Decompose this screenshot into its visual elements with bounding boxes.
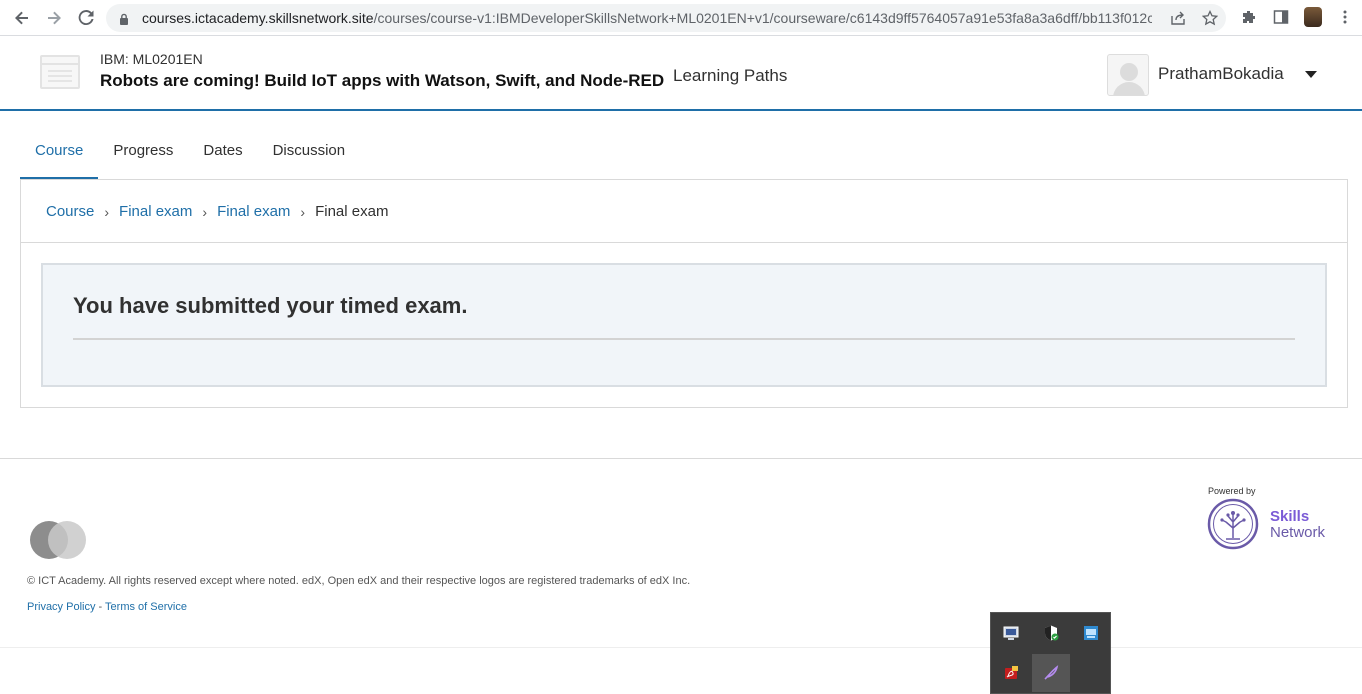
brand-line-1: Skills [1270,508,1310,525]
side-panel-icon[interactable] [1268,4,1294,30]
forward-icon[interactable] [38,2,70,34]
share-icon[interactable] [1168,8,1188,28]
brand-line-2: Network [1270,524,1326,541]
course-content-panel: Course › Final exam › Final exam › Final… [20,179,1348,408]
footer-logo[interactable] [30,521,88,559]
browser-toolbar: courses.ictacademy.skillsnetwork.site/co… [0,0,1362,36]
site-header: IBM: ML0201EN Robots are coming! Build I… [0,37,1362,111]
lock-icon [118,12,130,25]
footer-link-separator: - [95,601,106,613]
divider [73,338,1295,340]
user-avatar[interactable] [1107,54,1149,96]
reload-icon[interactable] [70,2,102,34]
breadcrumb-final-exam-subsection[interactable]: Final exam [217,203,290,220]
monitor-icon[interactable] [992,614,1030,652]
bookmark-star-icon[interactable] [1200,8,1220,28]
tab-dates[interactable]: Dates [188,130,257,180]
user-menu-caret-icon[interactable] [1305,71,1317,78]
tab-progress[interactable]: Progress [98,130,188,180]
footer-links: Privacy Policy - Terms of Service [27,601,187,613]
exam-submitted-notice: You have submitted your timed exam. [41,263,1327,387]
privacy-policy-link[interactable]: Privacy Policy [27,601,95,613]
learning-paths-link[interactable]: Learning Paths [673,66,787,86]
powered-by-label: Powered by [1208,486,1256,496]
skills-network-tree-icon [1207,498,1259,550]
url-path: /courses/course-v1:IBMDeveloperSkillsNet… [373,10,1152,26]
kebab-menu-icon[interactable] [1332,4,1358,30]
system-tray-popup [990,612,1111,694]
breadcrumb-separator: › [104,203,110,220]
terms-of-service-link[interactable]: Terms of Service [105,601,187,613]
course-tabs: Course Progress Dates Discussion [20,130,360,180]
breadcrumb: Course › Final exam › Final exam › Final… [46,203,388,220]
tab-discussion[interactable]: Discussion [258,130,361,180]
copyright-text: © ICT Academy. All rights reserved excep… [27,575,691,587]
breadcrumb-course[interactable]: Course [46,203,94,220]
course-logo[interactable] [40,55,80,89]
username[interactable]: PrathamBokadia [1158,64,1284,84]
tab-course[interactable]: Course [20,130,99,180]
divider [21,242,1347,243]
back-icon[interactable] [6,2,38,34]
profile-avatar[interactable] [1300,4,1326,30]
breadcrumb-separator: › [300,203,306,220]
course-org: IBM: ML0201EN [100,51,203,67]
breadcrumb-current: Final exam [315,203,389,220]
shield-icon[interactable] [1032,614,1070,652]
breadcrumb-separator: › [202,203,208,220]
breadcrumb-final-exam-section[interactable]: Final exam [119,203,192,220]
pdf-icon[interactable] [992,654,1030,692]
network-icon[interactable] [1072,614,1110,652]
powered-by-skills-network[interactable]: Powered by Skills Network [1207,486,1337,556]
extensions-icon[interactable] [1236,4,1262,30]
notice-message: You have submitted your timed exam. [73,293,468,318]
feather-icon[interactable] [1032,654,1070,692]
url-text: courses.ictacademy.skillsnetwork.site/co… [142,10,1152,26]
address-bar[interactable]: courses.ictacademy.skillsnetwork.site/co… [106,4,1226,32]
footer-divider [0,458,1362,459]
footer-bottom-divider [0,647,1362,648]
course-title: Robots are coming! Build IoT apps with W… [100,71,665,90]
url-host: courses.ictacademy.skillsnetwork.site [142,10,374,26]
